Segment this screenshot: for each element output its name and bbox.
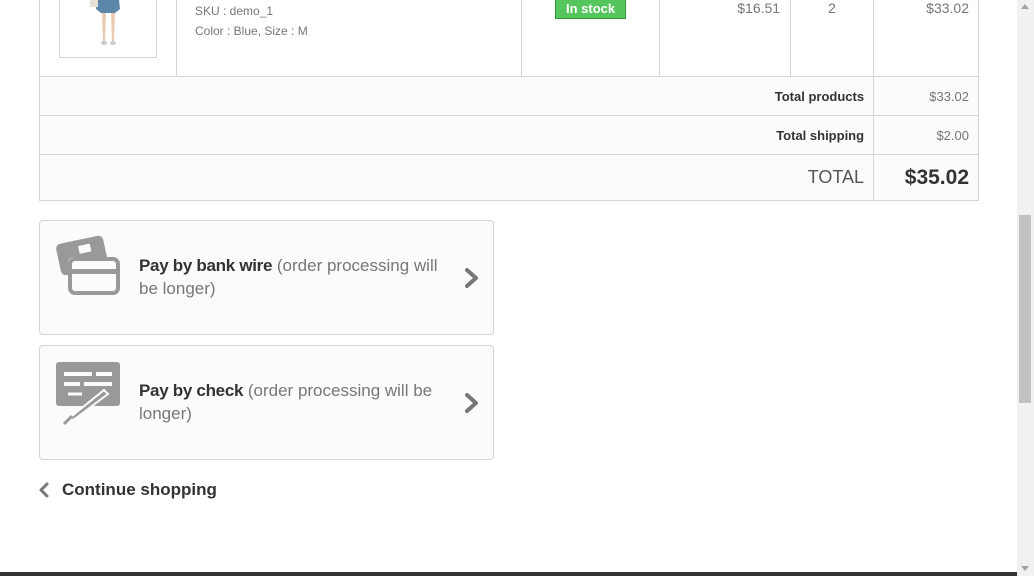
vertical-scrollbar[interactable] bbox=[1017, 0, 1034, 576]
product-sku: SKU : demo_1 bbox=[195, 4, 274, 18]
unit-price: $16.51 bbox=[659, 0, 792, 77]
quantity: 2 bbox=[790, 0, 875, 77]
product-attributes: Color : Blue, Size : M bbox=[195, 24, 308, 38]
chevron-left-icon bbox=[39, 482, 49, 498]
grand-total-value: $35.02 bbox=[873, 154, 979, 201]
scroll-up-icon[interactable] bbox=[1021, 4, 1029, 9]
payment-method-name: Pay by check bbox=[139, 381, 244, 400]
grand-total-label: TOTAL bbox=[38, 154, 875, 201]
check-pen-icon bbox=[56, 362, 120, 426]
grand-total-row: TOTAL $35.02 bbox=[38, 154, 979, 201]
line-total: $33.02 bbox=[873, 0, 979, 77]
footer-strip bbox=[0, 572, 1017, 576]
cart-summary-table: SKU : demo_1 Color : Blue, Size : M In s… bbox=[38, 0, 979, 201]
pay-by-check-option[interactable]: Pay by check (order processing will be l… bbox=[39, 345, 494, 460]
stock-status-badge: In stock bbox=[555, 0, 627, 19]
product-thumbnail[interactable] bbox=[59, 0, 157, 58]
credit-card-icon bbox=[56, 235, 120, 295]
total-shipping-label: Total shipping bbox=[38, 115, 875, 155]
product-row: SKU : demo_1 Color : Blue, Size : M In s… bbox=[39, 0, 979, 77]
total-shipping-row: Total shipping $2.00 bbox=[38, 115, 979, 155]
continue-shopping-label: Continue shopping bbox=[62, 480, 217, 499]
total-products-row: Total products $33.02 bbox=[38, 76, 979, 116]
pay-by-bank-wire-option[interactable]: Pay by bank wire (order processing will … bbox=[39, 220, 494, 335]
continue-shopping-link[interactable]: Continue shopping bbox=[39, 479, 217, 501]
chevron-right-icon bbox=[465, 393, 478, 413]
payment-method-name: Pay by bank wire bbox=[139, 256, 273, 275]
scrollbar-thumb[interactable] bbox=[1019, 215, 1031, 403]
chevron-right-icon bbox=[465, 268, 478, 288]
total-products-label: Total products bbox=[38, 76, 875, 116]
scroll-down-icon[interactable] bbox=[1021, 566, 1029, 571]
total-shipping-value: $2.00 bbox=[873, 115, 979, 155]
total-products-value: $33.02 bbox=[873, 76, 979, 116]
